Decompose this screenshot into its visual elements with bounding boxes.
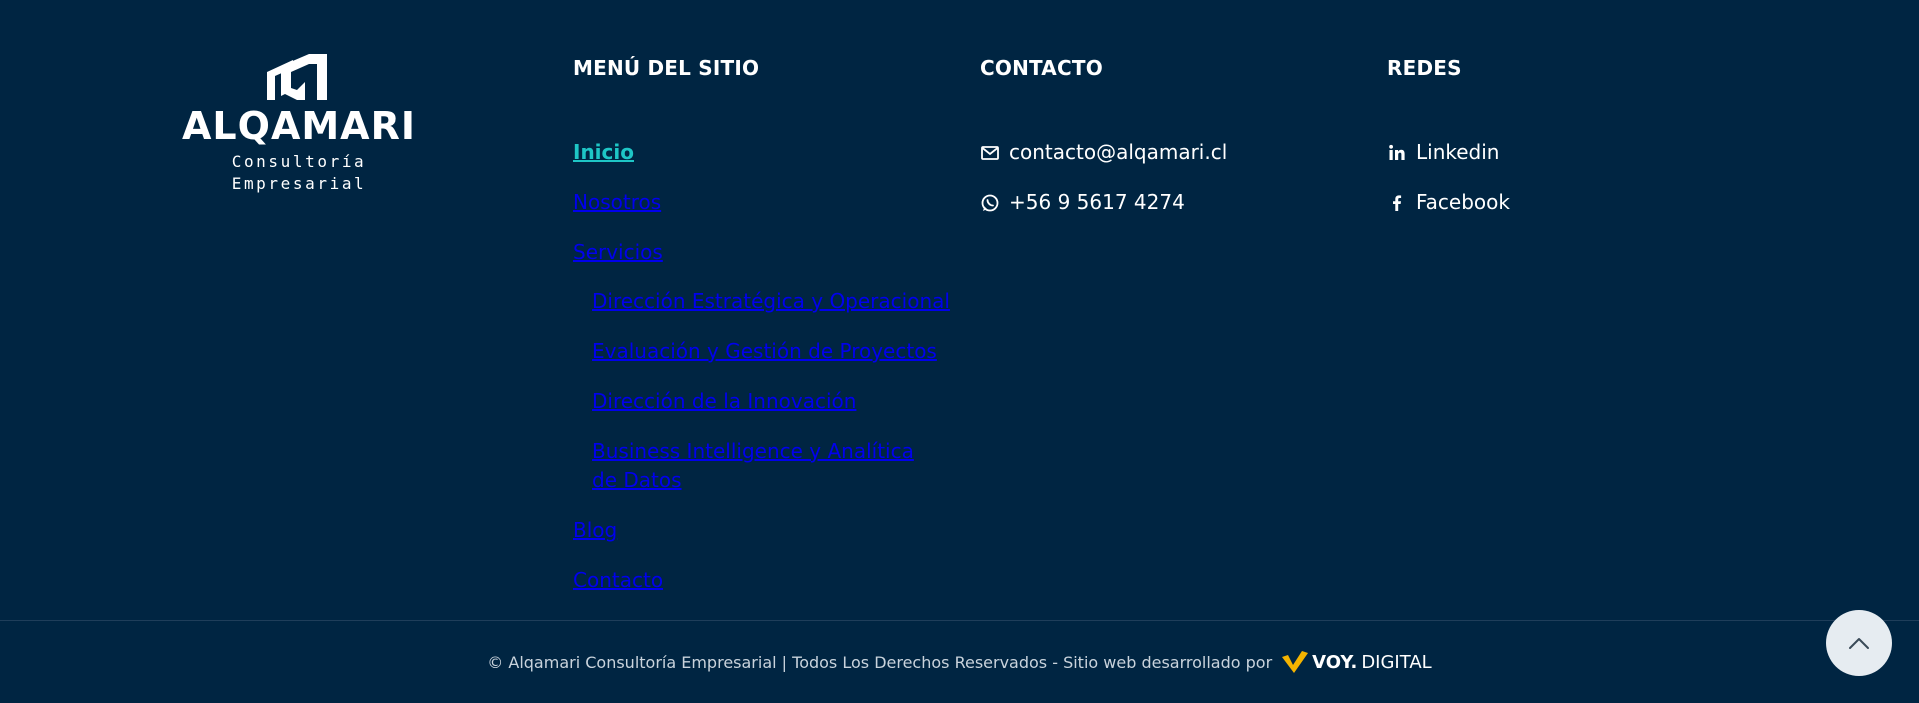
- copyright-text: © Alqamari Consultoría Empresarial | Tod…: [487, 652, 1273, 672]
- brand-tagline: Consultoría Empresarial: [231, 152, 367, 193]
- developer-name-rest: DIGITAL: [1361, 651, 1432, 673]
- footer-bottom-bar: © Alqamari Consultoría Empresarial | Tod…: [0, 651, 1919, 673]
- brand-logo[interactable]: ALQAMARI Consultoría Empresarial: [163, 52, 435, 193]
- contact-email-text[interactable]: contacto@alqamari.cl: [1009, 138, 1227, 167]
- menu-subitem-evaluacion-gestion[interactable]: Evaluación y Gestión de Proyectos: [592, 337, 937, 366]
- menu-title: MENÚ DEL SITIO: [573, 56, 760, 80]
- site-menu-section: MENÚ DEL SITIO Inicio Nosotros Servicios…: [573, 55, 953, 592]
- whatsapp-icon: [981, 194, 999, 211]
- contact-title: CONTACTO: [980, 56, 1103, 80]
- social-linkedin[interactable]: Linkedin: [1387, 138, 1499, 167]
- contact-section: CONTACTO contacto@alqamari.cl +56 9 5617…: [980, 55, 1340, 214]
- menu-link-contacto[interactable]: Contacto: [573, 568, 663, 592]
- menu-link-business-intelligence[interactable]: Business Intelligence y Analítica de Dat…: [592, 439, 914, 492]
- facebook-icon: [1393, 194, 1402, 211]
- logo-mark-icon: [267, 54, 327, 100]
- contact-phone[interactable]: +56 9 5617 4274: [980, 188, 1185, 217]
- social-facebook-label[interactable]: Facebook: [1416, 188, 1510, 217]
- menu-link-direccion-innovacion[interactable]: Dirección de la Innovación: [592, 389, 856, 413]
- menu-subitem-business-intelligence[interactable]: Business Intelligence y Analítica de Dat…: [592, 437, 932, 495]
- menu-subitem-direccion-innovacion[interactable]: Dirección de la Innovación: [592, 387, 856, 416]
- linkedin-icon: [1389, 144, 1405, 160]
- menu-item-nosotros[interactable]: Nosotros: [573, 188, 661, 217]
- menu-item-inicio[interactable]: Inicio: [573, 138, 634, 167]
- contact-phone-text[interactable]: +56 9 5617 4274: [1009, 188, 1185, 217]
- menu-item-blog[interactable]: Blog: [573, 516, 617, 545]
- contact-email[interactable]: contacto@alqamari.cl: [980, 138, 1227, 167]
- menu-link-servicios[interactable]: Servicios: [573, 240, 663, 264]
- brand-name: ALQAMARI: [182, 104, 416, 148]
- menu-item-servicios[interactable]: Servicios: [573, 238, 663, 267]
- developer-name-bold: VOY.: [1312, 651, 1358, 673]
- footer-divider: [0, 620, 1919, 621]
- social-title: REDES: [1387, 56, 1462, 80]
- menu-link-direccion-estrategica[interactable]: Dirección Estratégica y Operacional: [592, 289, 950, 313]
- social-section: REDES Linkedin Facebook: [1387, 55, 1687, 214]
- social-linkedin-label[interactable]: Linkedin: [1416, 138, 1499, 167]
- back-to-top-button[interactable]: [1826, 610, 1892, 676]
- menu-subitem-direccion-estrategica[interactable]: Dirección Estratégica y Operacional: [592, 287, 950, 316]
- mail-icon: [981, 145, 999, 160]
- menu-link-inicio[interactable]: Inicio: [573, 140, 634, 164]
- menu-link-nosotros[interactable]: Nosotros: [573, 190, 661, 214]
- developer-logo[interactable]: VOY. DIGITAL: [1282, 651, 1432, 673]
- chevron-up-icon: [1849, 638, 1869, 649]
- menu-item-contacto[interactable]: Contacto: [573, 566, 663, 595]
- menu-link-evaluacion-gestion[interactable]: Evaluación y Gestión de Proyectos: [592, 339, 937, 363]
- voy-digital-check-icon: [1282, 651, 1309, 673]
- menu-link-blog[interactable]: Blog: [573, 518, 617, 542]
- social-facebook[interactable]: Facebook: [1387, 188, 1510, 217]
